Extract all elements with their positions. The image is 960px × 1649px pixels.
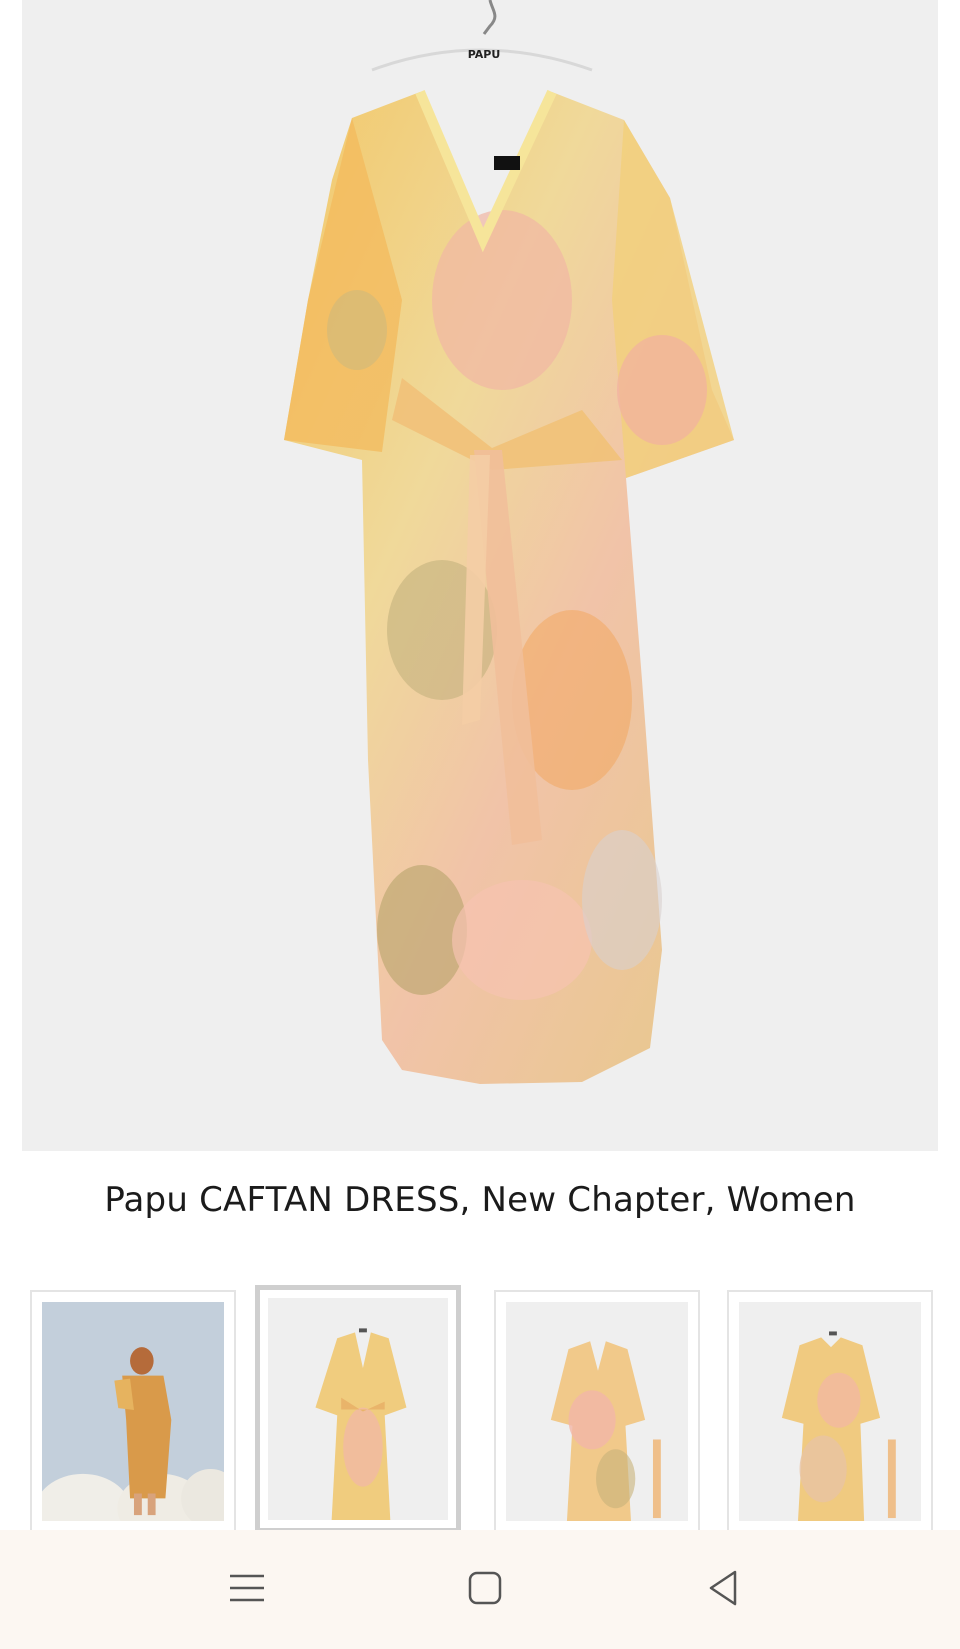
thumbnail-image <box>739 1302 921 1521</box>
back-icon <box>709 1570 737 1606</box>
product-title: Papu CAFTAN DRESS, New Chapter, Women <box>104 1180 856 1220</box>
thumbnail-strip <box>0 1283 960 1533</box>
back-button[interactable] <box>683 1558 763 1618</box>
hanger-logo: PAPU <box>468 48 501 61</box>
thumbnail-3[interactable] <box>494 1290 700 1533</box>
home-button[interactable] <box>445 1558 525 1618</box>
thumbnail-1[interactable] <box>30 1290 236 1533</box>
menu-icon <box>230 1574 264 1602</box>
product-page: PAPU Papu CAFTAN DRESS, New Chapter, Wom… <box>0 0 960 1649</box>
thumbnail-4[interactable] <box>727 1290 933 1533</box>
thumbnail-2[interactable] <box>255 1285 461 1533</box>
thumbnail-image <box>506 1302 688 1521</box>
home-icon <box>468 1571 502 1605</box>
system-navigation-bar <box>0 1530 960 1649</box>
menu-button[interactable] <box>207 1558 287 1618</box>
thumbnail-image <box>268 1298 448 1520</box>
thumbnail-image <box>42 1302 224 1521</box>
main-product-image[interactable]: PAPU <box>22 0 938 1151</box>
dress-image: PAPU <box>284 0 734 1084</box>
